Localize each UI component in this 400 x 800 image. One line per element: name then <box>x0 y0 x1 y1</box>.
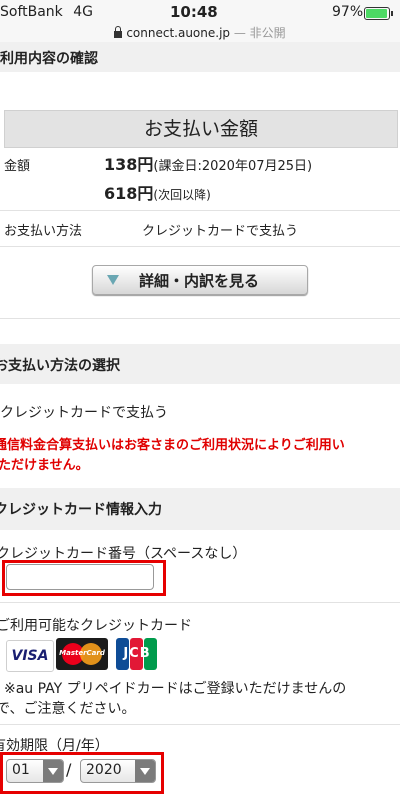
warning-line-1: 通信料金合算支払いはお客さまのご利用状況によりご利用い <box>0 438 345 453</box>
first-amount-note: (課金日:2020年07月25日) <box>153 159 313 174</box>
battery-icon <box>364 7 393 20</box>
section-title: お支払い方法の選択 <box>0 358 120 374</box>
confirm-section-header: ご利用内容の確認 <box>0 42 400 72</box>
carrier-name: SoftBank <box>0 4 63 20</box>
next-amount-note: (次回以降) <box>153 188 211 202</box>
divider <box>0 210 400 211</box>
card-section-header: クレジットカード情報入力 <box>0 488 400 530</box>
battery-percent: 97% <box>332 4 364 20</box>
available-cards-label: ご利用可能なクレジットカード <box>0 618 192 634</box>
method-value: クレジットカードで支払う <box>142 224 299 239</box>
next-amount: 618円 <box>104 184 154 203</box>
method-section-header: お支払い方法の選択 <box>0 344 400 384</box>
divider <box>0 602 400 603</box>
prepaid-note-2: で、ご注意ください。 <box>0 701 136 717</box>
method-label: お支払い方法 <box>4 224 83 239</box>
url-bar[interactable]: connect.auone.jp — 非公開 <box>0 24 400 41</box>
status-bar: SoftBank 4G 10:48 97% connect.auone.jp —… <box>0 0 400 42</box>
divider <box>0 246 400 247</box>
highlight-box <box>0 752 164 794</box>
mastercard-logo: MasterCard <box>56 638 108 670</box>
divider <box>0 318 400 319</box>
credit-card-option[interactable]: クレジットカードで支払う <box>0 402 168 422</box>
jcb-logo: JCB <box>116 638 158 670</box>
prepaid-note-1: ※au PAY プリペイドカードはご登録いただけませんの <box>4 681 347 697</box>
visa-logo: VISA <box>6 640 54 672</box>
detail-button[interactable]: 詳細・内訳を見る <box>92 265 308 295</box>
next-amount-row: 618円(次回以降) <box>104 180 211 204</box>
clock: 10:48 <box>170 3 218 21</box>
first-amount: 138円 <box>104 155 154 174</box>
url-text: connect.auone.jp <box>126 26 231 40</box>
section-title: ご利用内容の確認 <box>0 51 98 67</box>
first-amount-row: 138円(課金日:2020年07月25日) <box>104 151 312 175</box>
highlight-box <box>2 560 166 596</box>
warning-line-2: ただけません。 <box>0 458 89 473</box>
url-note: — 非公開 <box>233 26 286 40</box>
payment-amount-header: お支払い金額 <box>4 110 398 148</box>
lock-icon <box>114 26 123 38</box>
carrier-info: SoftBank 4G <box>0 4 93 20</box>
section-title: クレジットカード情報入力 <box>0 502 162 518</box>
detail-button-label: 詳細・内訳を見る <box>139 272 260 290</box>
triangle-down-icon <box>107 275 119 285</box>
network-type: 4G <box>73 4 94 20</box>
amount-label: 金額 <box>4 159 31 174</box>
divider <box>0 724 400 725</box>
